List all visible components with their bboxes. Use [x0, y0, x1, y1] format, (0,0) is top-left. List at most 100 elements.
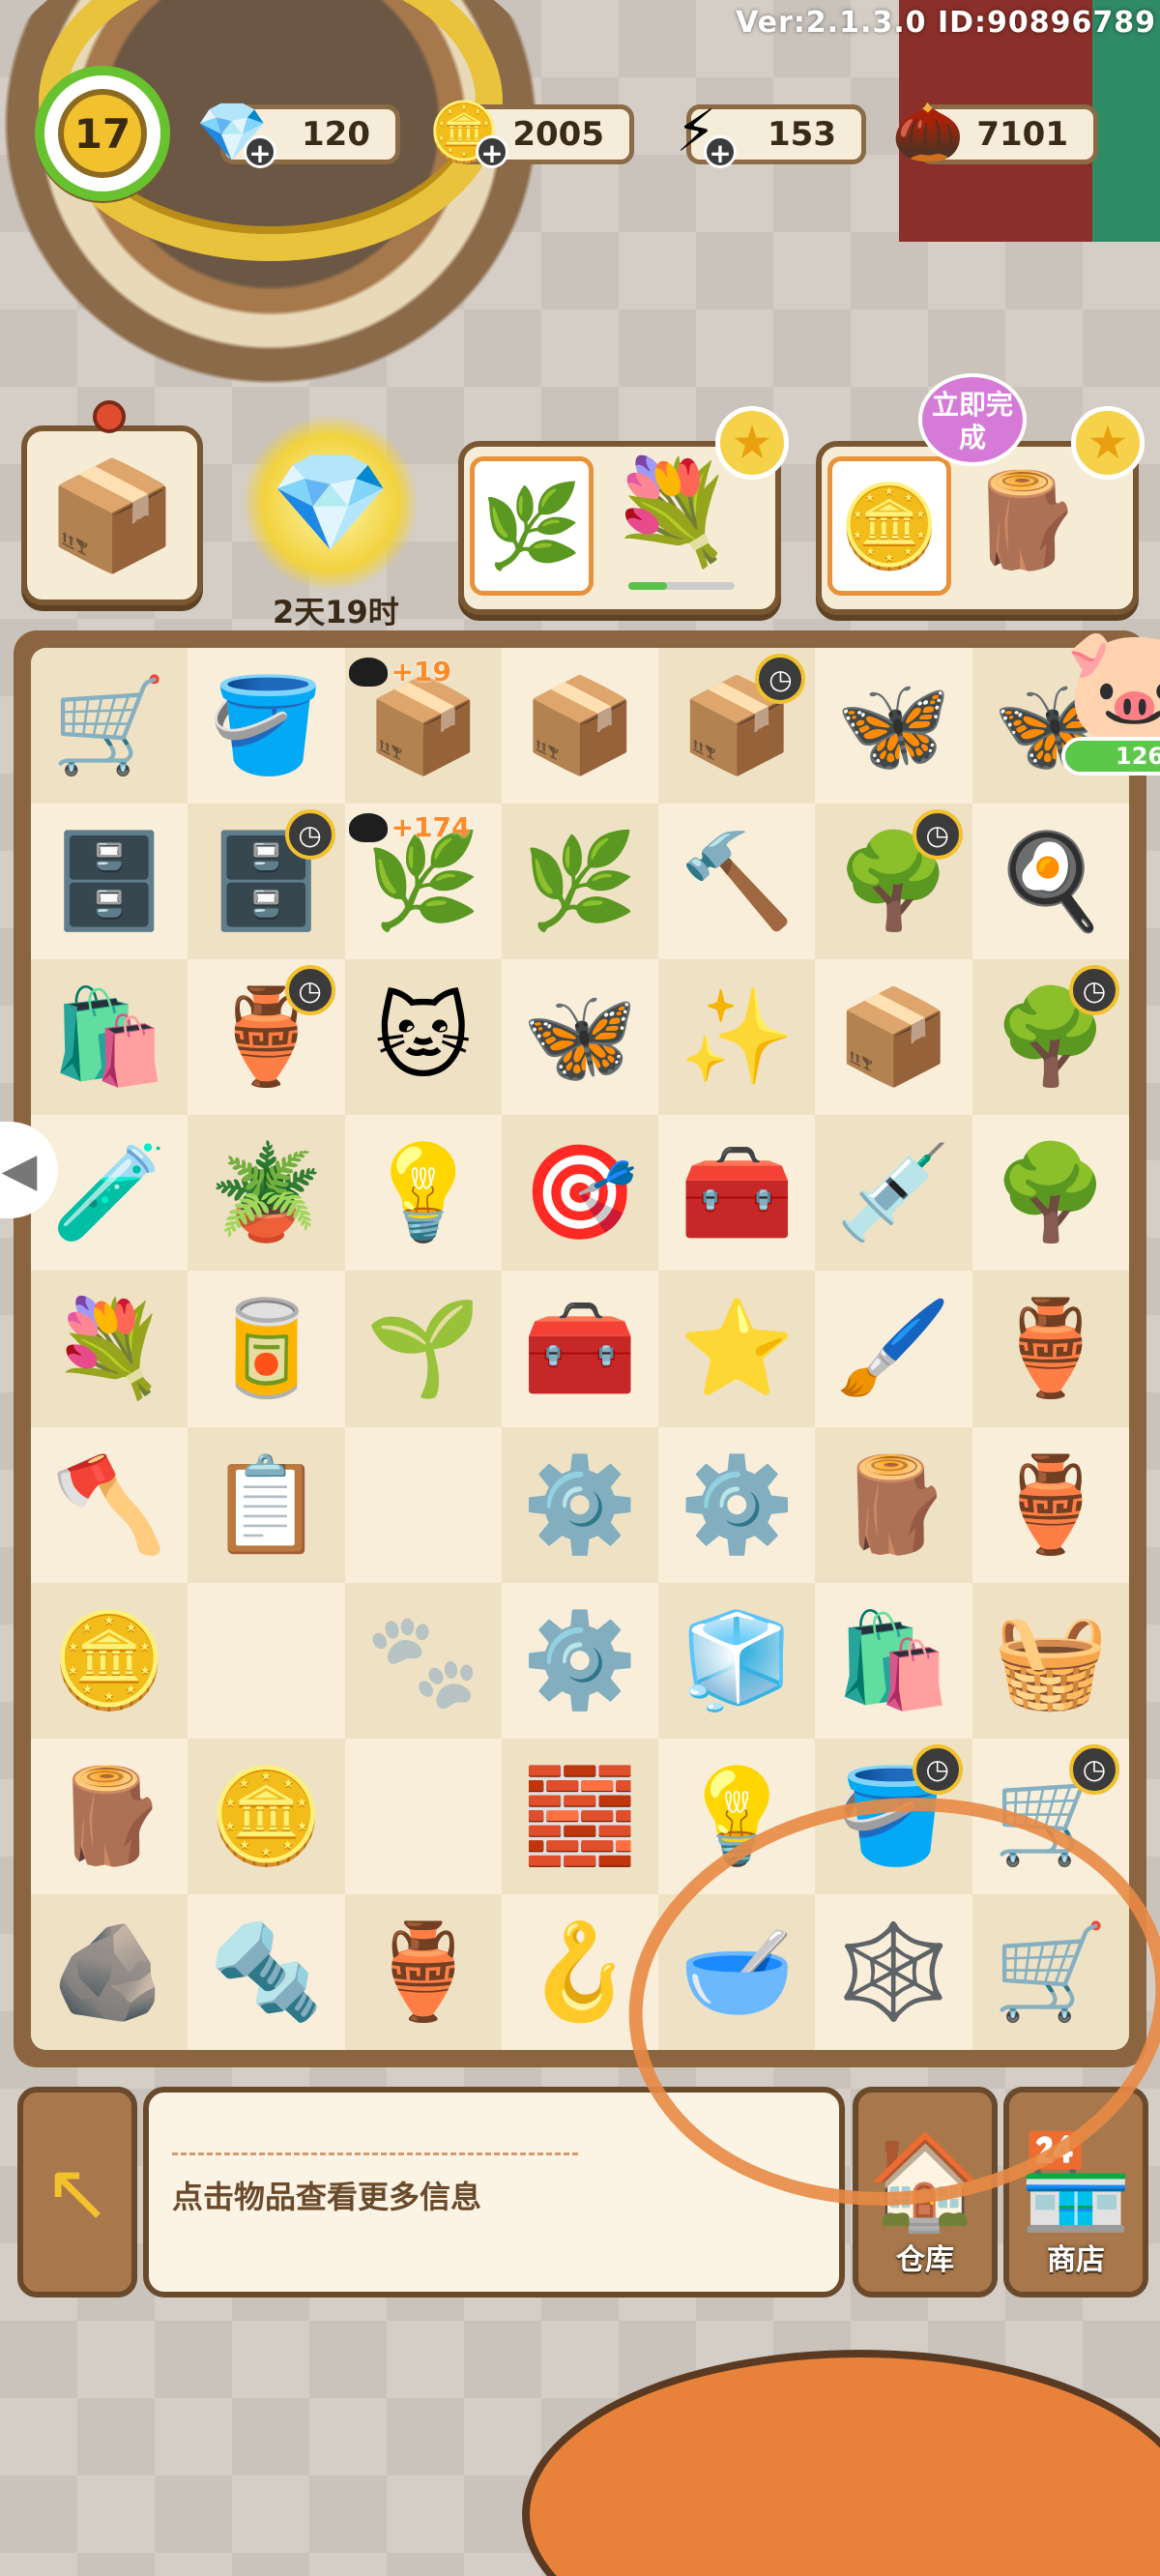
board-cell[interactable]: 🧺	[972, 1582, 1129, 1739]
board-cell[interactable]: 🎯	[501, 1115, 659, 1272]
board-cell[interactable]: 🪵	[31, 1738, 188, 1894]
item-icon: ⚙️	[679, 1449, 796, 1559]
item-icon: 🦋	[835, 671, 952, 780]
board-cell[interactable]: ⚙️	[658, 1426, 816, 1583]
board-cell[interactable]: 🏺	[972, 1426, 1129, 1583]
board-cell[interactable]: 🥫	[188, 1271, 345, 1427]
board-cell[interactable]: 💐	[31, 1271, 188, 1427]
piggy-progress-text: 126/	[1116, 743, 1160, 770]
order-item-coin: 🪙	[827, 456, 951, 596]
seed-icon: 🌰	[891, 98, 965, 166]
board-cell[interactable]: 🪵	[815, 1426, 972, 1583]
coin-plus-button[interactable]: +	[476, 135, 508, 169]
level-badge[interactable]: 17	[35, 66, 170, 201]
item-icon: 🛒	[51, 671, 167, 780]
clock-icon: ◷	[284, 809, 335, 861]
board-cell[interactable]	[344, 1738, 502, 1894]
board-cell[interactable]: 🪙	[188, 1738, 345, 1894]
item-icon: 🔩	[208, 1917, 325, 2026]
item-icon: 🪵	[51, 1761, 167, 1870]
clock-icon: ◷	[912, 1743, 963, 1795]
board-cell[interactable]: 📦 ◷	[658, 648, 816, 805]
board-cell[interactable]	[188, 1582, 345, 1739]
board-cell[interactable]: 🪣	[188, 648, 345, 805]
board-cell[interactable]: 🧪	[31, 1115, 188, 1272]
star-icon[interactable]: ★	[1071, 406, 1145, 480]
item-icon: 📦	[522, 671, 638, 780]
instant-complete-badge[interactable]: 立即完成	[918, 373, 1027, 466]
item-icon: 💡	[364, 1138, 481, 1247]
board-cell[interactable]: 🦋	[815, 648, 972, 805]
item-icon: 🧰	[679, 1138, 796, 1247]
item-icon: 🌳	[993, 1138, 1109, 1247]
board-cell[interactable]: 🪨	[31, 1893, 188, 2050]
bonus-text: +19	[391, 656, 451, 688]
info-text: 点击物品查看更多信息	[172, 2179, 482, 2215]
board-cell[interactable]: ⭐	[658, 1271, 816, 1427]
gem-plus-button[interactable]: +	[244, 135, 276, 169]
board-cell[interactable]: 🌿 +174	[344, 804, 502, 960]
board-cell[interactable]: 🧰	[501, 1271, 659, 1427]
board-cell[interactable]: ⚙️	[501, 1426, 659, 1583]
board-cell[interactable]: 🛒	[31, 648, 188, 805]
board-cell[interactable]: 🐾	[344, 1582, 502, 1739]
item-icon: 🛍️	[51, 982, 167, 1092]
board-cell[interactable]	[344, 1426, 502, 1583]
item-icon: 🎯	[522, 1138, 638, 1247]
board-cell[interactable]: 🌳 ◷	[972, 959, 1129, 1116]
item-icon: ⚙️	[522, 1605, 638, 1714]
board-cell[interactable]: 🔨	[658, 804, 816, 960]
board-cell[interactable]: 🧊	[658, 1582, 816, 1739]
board-cell[interactable]: 🍳	[972, 804, 1129, 960]
item-icon: 🧱	[522, 1761, 638, 1870]
item-icon: 🧰	[522, 1294, 638, 1403]
board-cell[interactable]: 🪙	[31, 1582, 188, 1739]
board-cell[interactable]: 🗄️	[31, 804, 188, 960]
board-cell[interactable]: 🪓	[31, 1426, 188, 1583]
board-cell[interactable]: 🛍️	[815, 1582, 972, 1739]
order-item-flower: 💐	[609, 453, 735, 571]
item-icon: 🏺	[993, 1449, 1109, 1559]
clock-icon: ◷	[755, 654, 806, 704]
board-cell[interactable]: 🪴	[188, 1115, 345, 1272]
clock-icon: ◷	[1069, 1743, 1119, 1795]
board-cell[interactable]: 🦋	[501, 959, 659, 1116]
board-cell[interactable]: 🏺 ◷	[188, 959, 345, 1116]
board-cell[interactable]: 🧰	[658, 1115, 816, 1272]
back-button[interactable]: ↖	[17, 2087, 137, 2298]
energy-plus-button[interactable]: +	[704, 135, 737, 169]
board-cell[interactable]: 🔩	[188, 1893, 345, 2050]
version-label: Ver:2.1.3.0 ID:90896789	[736, 6, 1156, 40]
star-icon[interactable]: ★	[715, 406, 789, 480]
board-cell[interactable]: 🛍️	[31, 959, 188, 1116]
board-cell[interactable]: 💉	[815, 1115, 972, 1272]
chest-card[interactable]: 📦	[21, 425, 203, 605]
item-icon: 🌿	[522, 827, 638, 936]
board-cell[interactable]: 🏺	[344, 1893, 502, 2050]
item-icon: 🧊	[679, 1605, 796, 1714]
board-cell[interactable]: 🗄️ ◷	[188, 804, 345, 960]
item-icon: 🏺	[364, 1917, 481, 2026]
board-cell[interactable]: 📦 +19	[344, 648, 502, 805]
board-cell[interactable]: ✨	[658, 959, 816, 1116]
board-cell[interactable]: 📋	[188, 1426, 345, 1583]
board-cell[interactable]: 💡	[344, 1115, 502, 1272]
item-icon: ⚙️	[522, 1449, 638, 1559]
board-cell[interactable]: 🏺	[972, 1271, 1129, 1427]
board-cell[interactable]: ⚙️	[501, 1582, 659, 1739]
board-cell[interactable]: 📦	[815, 959, 972, 1116]
board-cell[interactable]: 🐱	[344, 959, 502, 1116]
item-icon: 🐾	[364, 1605, 481, 1714]
item-icon: 📦	[835, 982, 952, 1092]
board-cell[interactable]: 📦	[501, 648, 659, 805]
board-cell[interactable]: 🌳	[972, 1115, 1129, 1272]
piggy-bank-icon[interactable]: 🐷	[1063, 619, 1160, 754]
board-cell[interactable]: 🖌️	[815, 1271, 972, 1427]
board-cell[interactable]: 🌿	[501, 804, 659, 960]
item-icon: 🍳	[993, 827, 1109, 936]
board-cell[interactable]: 🌱	[344, 1271, 502, 1427]
item-icon: 📋	[208, 1449, 325, 1559]
board-cell[interactable]: 🌳 ◷	[815, 804, 972, 960]
board-cell[interactable]: 🧱	[501, 1738, 659, 1894]
gem-pile-button[interactable]: 💎	[244, 416, 418, 590]
